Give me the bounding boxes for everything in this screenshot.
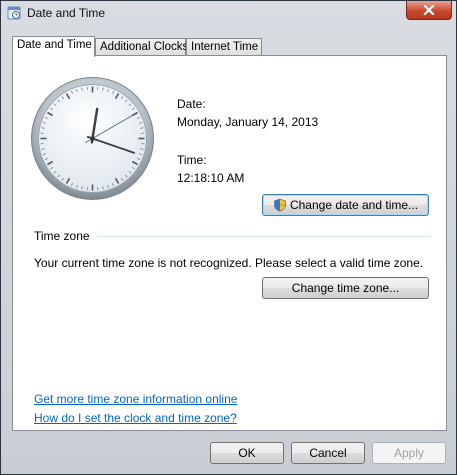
- tab-label: Additional Clocks: [100, 41, 189, 53]
- time-value: 12:18:10 AM: [177, 171, 245, 185]
- section-divider: [97, 236, 431, 237]
- cancel-button[interactable]: Cancel: [291, 442, 365, 464]
- change-date-time-button[interactable]: Change date and time...: [262, 194, 429, 216]
- title-bar[interactable]: Date and Time: [1, 1, 456, 27]
- time-zone-heading: Time zone: [34, 229, 90, 243]
- analog-clock: [31, 77, 154, 200]
- uac-shield-icon: [274, 198, 286, 212]
- tab-label: Date and Time: [17, 39, 92, 51]
- tab-date-and-time[interactable]: Date and Time: [12, 36, 95, 57]
- date-label: Date:: [177, 97, 206, 111]
- tab-additional-clocks[interactable]: Additional Clocks: [95, 38, 189, 56]
- time-zone-message: Your current time zone is not recognized…: [34, 256, 424, 270]
- date-value: Monday, January 14, 2013: [177, 115, 319, 129]
- button-label: Cancel: [309, 446, 347, 460]
- apply-button: Apply: [372, 442, 446, 464]
- ok-button[interactable]: OK: [210, 442, 284, 464]
- date-time-icon: [7, 6, 21, 20]
- button-label: Change date and time...: [289, 198, 419, 212]
- button-label: Change time zone...: [291, 281, 400, 295]
- tab-panel: Date: Monday, January 14, 2013 Time: 12:…: [12, 55, 447, 431]
- more-time-zone-info-link[interactable]: Get more time zone information online: [34, 392, 237, 406]
- button-label: OK: [238, 446, 256, 460]
- time-label: Time:: [177, 153, 207, 167]
- close-icon: [423, 5, 435, 15]
- button-label: Apply: [393, 446, 425, 460]
- tab-label: Internet Time: [191, 41, 259, 53]
- window-title: Date and Time: [27, 6, 106, 20]
- tab-internet-time[interactable]: Internet Time: [186, 38, 262, 56]
- close-button[interactable]: [406, 1, 452, 20]
- change-time-zone-button[interactable]: Change time zone...: [262, 277, 429, 299]
- date-time-dialog: Date and Time Date and Time Additional C…: [0, 0, 457, 475]
- how-to-set-clock-link[interactable]: How do I set the clock and time zone?: [34, 411, 237, 425]
